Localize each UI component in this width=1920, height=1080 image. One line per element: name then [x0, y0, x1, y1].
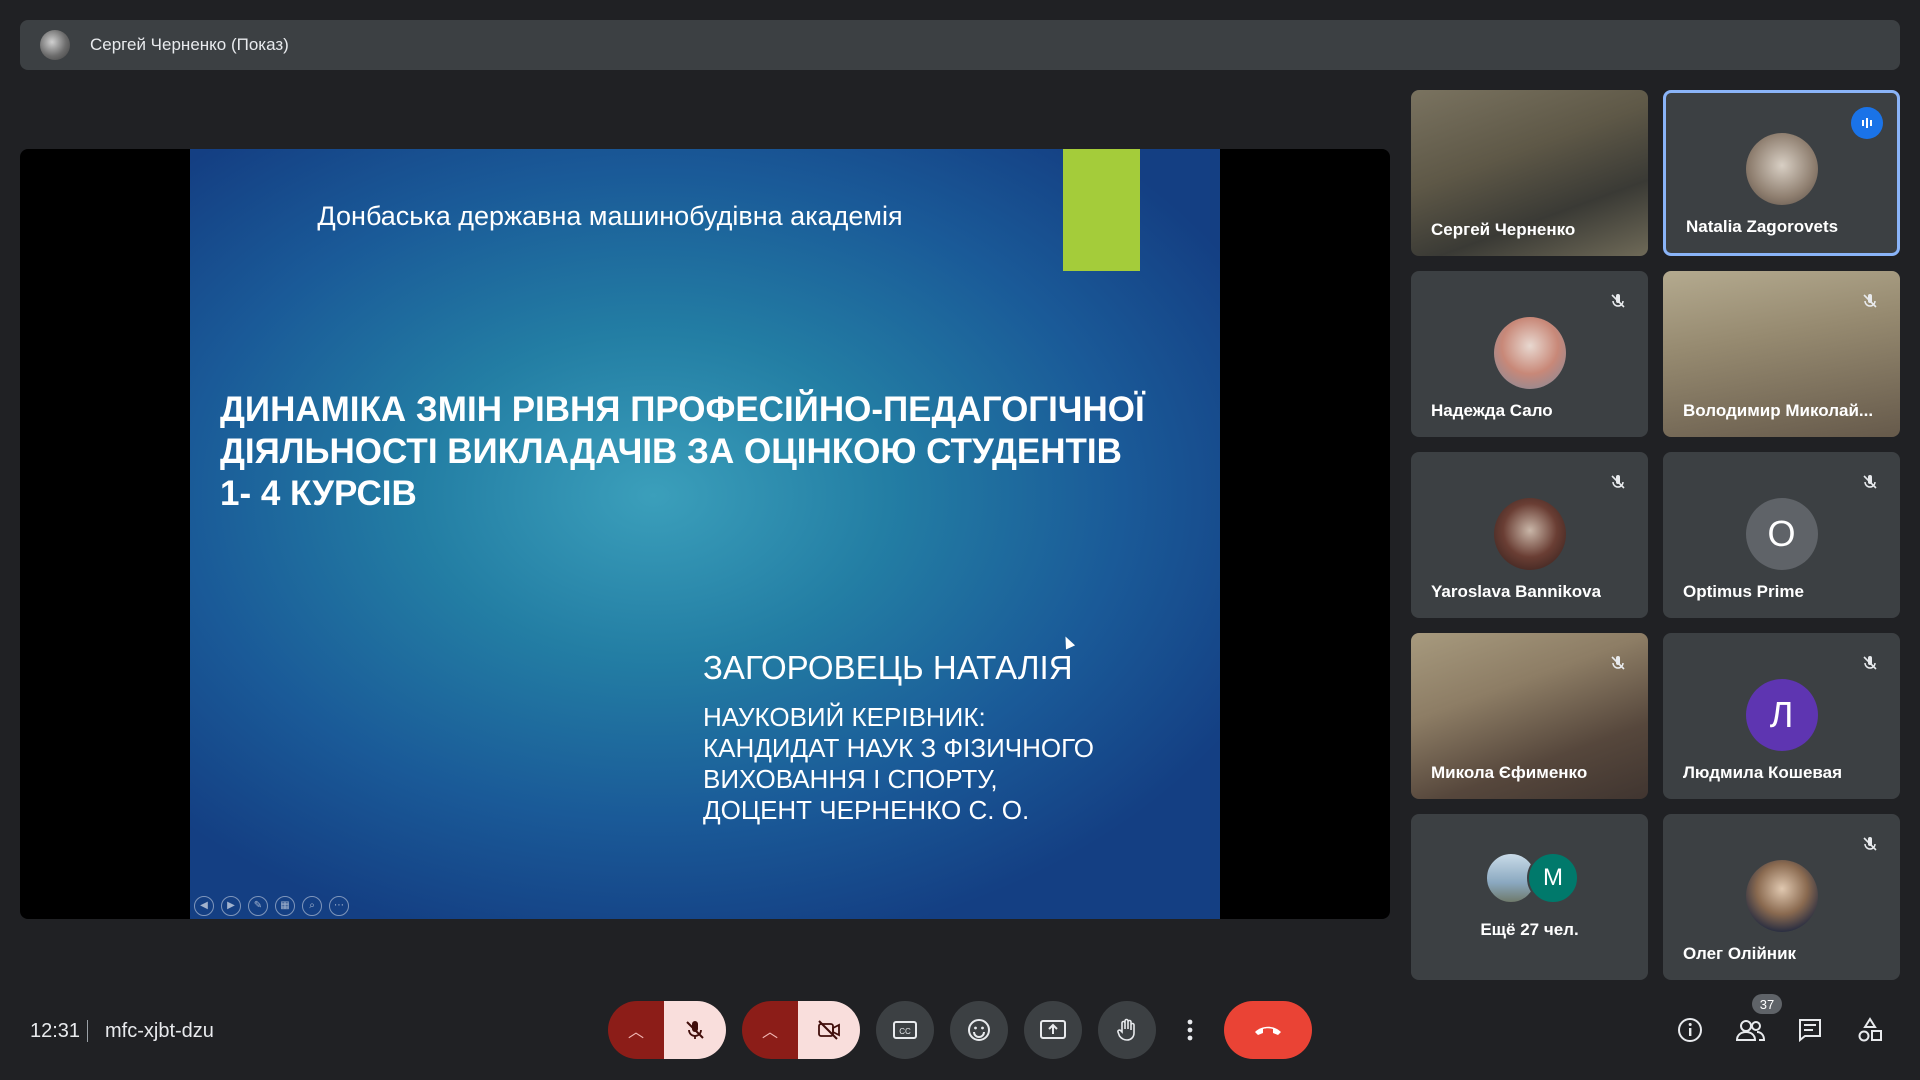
participant-tile[interactable]: Yaroslava Bannikova: [1411, 452, 1648, 618]
leave-call-button[interactable]: [1224, 1001, 1312, 1059]
slide-supervisor-line: ДОЦЕНТ ЧЕРНЕНКО С. О.: [703, 795, 1030, 825]
present-screen-button[interactable]: [1024, 1001, 1082, 1059]
participant-name: Yaroslava Bannikova: [1431, 582, 1602, 601]
participant-name: Сергей Черненко: [1431, 220, 1576, 239]
presentation-stage: Донбаська державна машинобудівна академі…: [20, 149, 1390, 919]
microphone-control: ︿: [608, 1001, 726, 1059]
slide-supervisor-line: ВИХОВАННЯ І СПОРТУ,: [703, 764, 998, 794]
slide-supervisor: НАУКОВИЙ КЕРІВНИК: КАНДИДАТ НАУК З ФІЗИЧ…: [703, 702, 1163, 826]
mic-off-icon: [1858, 832, 1882, 856]
footer-divider: [87, 1020, 88, 1042]
participant-tile[interactable]: Микола Єфименко: [1411, 633, 1648, 799]
svg-text:CC: CC: [899, 1027, 911, 1036]
call-controls: ︿ ︿ CC: [608, 1000, 1328, 1060]
participant-name: Optimus Prime: [1683, 582, 1804, 601]
captions-button[interactable]: CC: [876, 1001, 934, 1059]
chat-icon[interactable]: [1780, 1000, 1840, 1060]
participant-tile[interactable]: Л Людмила Кошевая: [1663, 633, 1900, 799]
meeting-controls-bar: 12:31 mfc-xjbt-dzu ︿ ︿ CC 37: [0, 980, 1920, 1080]
participant-tile[interactable]: O Optimus Prime: [1663, 452, 1900, 618]
slide-more-icon[interactable]: ⋯: [329, 896, 349, 916]
slide-title-line: ДІЯЛЬНОСТІ ВИКЛАДАЧІВ ЗА ОЦІНКОЮ СТУДЕНТ…: [220, 432, 1122, 471]
participant-name: Олег Олійник: [1683, 944, 1797, 963]
participant-avatar: M: [1527, 852, 1579, 904]
slideshow-controls: ◀ ▶ ✎ ▦ ⌕ ⋯: [194, 896, 349, 916]
speaking-indicator-icon: [1851, 107, 1883, 139]
more-participants-avatars: M: [1485, 852, 1579, 904]
participant-avatar: [1745, 860, 1818, 932]
slide-accent-block: [1063, 149, 1140, 271]
people-icon[interactable]: 37: [1720, 994, 1782, 1060]
more-participants-label: Ещё 27 чел.: [1480, 920, 1579, 939]
audio-options-chevron-icon[interactable]: ︿: [608, 1001, 664, 1059]
slide-institution: Донбаська державна машинобудівна академі…: [317, 201, 903, 231]
meeting-tools: 37: [1660, 994, 1900, 1060]
presenter-bar: Сергей Черненко (Показ): [20, 20, 1900, 70]
mic-off-icon: [1606, 470, 1630, 494]
presenter-label: Сергей Черненко (Показ): [90, 35, 289, 54]
slide-author: ЗАГОРОВЕЦЬ НАТАЛІЯ: [703, 649, 1073, 686]
slide-pen-icon[interactable]: ✎: [248, 896, 268, 916]
participant-tile[interactable]: Надежда Сало: [1411, 271, 1648, 437]
mic-off-icon: [1606, 289, 1630, 313]
slide-supervisor-line: НАУКОВИЙ КЕРІВНИК:: [703, 702, 986, 732]
microphone-off-button[interactable]: [664, 1001, 726, 1059]
mic-off-icon: [1606, 651, 1630, 675]
participant-avatar: O: [1745, 498, 1818, 570]
participant-name: Natalia Zagorovets: [1686, 217, 1839, 236]
reactions-button[interactable]: [950, 1001, 1008, 1059]
mic-off-icon: [1858, 651, 1882, 675]
presenter-avatar: [40, 30, 70, 60]
slide-next-icon[interactable]: ▶: [221, 896, 241, 916]
participant-name: Надежда Сало: [1431, 401, 1553, 420]
slide-grid-icon[interactable]: ▦: [275, 896, 295, 916]
meeting-time: 12:31: [30, 1020, 81, 1042]
slide-title-line: ДИНАМІКА ЗМІН РІВНЯ ПРОФЕСІЙНО-ПЕДАГОГІЧ…: [220, 390, 1145, 429]
participant-name: Володимир Миколай...: [1683, 401, 1874, 420]
meeting-code: mfc-xjbt-dzu: [105, 1020, 214, 1042]
raise-hand-button[interactable]: [1098, 1001, 1156, 1059]
slide-title-line: 1- 4 КУРСІВ: [220, 474, 417, 513]
more-options-icon[interactable]: [1172, 1001, 1208, 1059]
camera-off-button[interactable]: [798, 1001, 860, 1059]
mic-off-icon: [1858, 470, 1882, 494]
participant-tile-active-speaker[interactable]: Natalia Zagorovets: [1663, 90, 1900, 256]
participant-avatar: [1493, 317, 1566, 389]
activities-shapes-icon[interactable]: [1840, 1000, 1900, 1060]
slide-zoom-icon[interactable]: ⌕: [302, 896, 322, 916]
participant-name: Микола Єфименко: [1431, 763, 1588, 782]
participant-count-badge: 37: [1752, 994, 1782, 1014]
participant-avatar: [1493, 498, 1566, 570]
participant-tile[interactable]: Володимир Миколай...: [1663, 271, 1900, 437]
participant-avatar: Л: [1745, 679, 1818, 751]
meeting-details-info-icon[interactable]: [1660, 1000, 1720, 1060]
more-participants-tile[interactable]: M Ещё 27 чел.: [1411, 814, 1648, 980]
presentation-slide: Донбаська державна машинобудівна академі…: [190, 149, 1220, 919]
mic-off-icon: [1858, 289, 1882, 313]
video-options-chevron-icon[interactable]: ︿: [742, 1001, 798, 1059]
participant-avatar: [1745, 133, 1818, 205]
slide-title: ДИНАМІКА ЗМІН РІВНЯ ПРОФЕСІЙНО-ПЕДАГОГІЧ…: [220, 389, 1180, 515]
camera-control: ︿: [742, 1001, 860, 1059]
participant-name: Людмила Кошевая: [1683, 763, 1843, 782]
participant-tile[interactable]: Сергей Черненко: [1411, 90, 1648, 256]
slide-prev-icon[interactable]: ◀: [194, 896, 214, 916]
participant-tile[interactable]: Олег Олійник: [1663, 814, 1900, 980]
slide-supervisor-line: КАНДИДАТ НАУК З ФІЗИЧНОГО: [703, 733, 1094, 763]
